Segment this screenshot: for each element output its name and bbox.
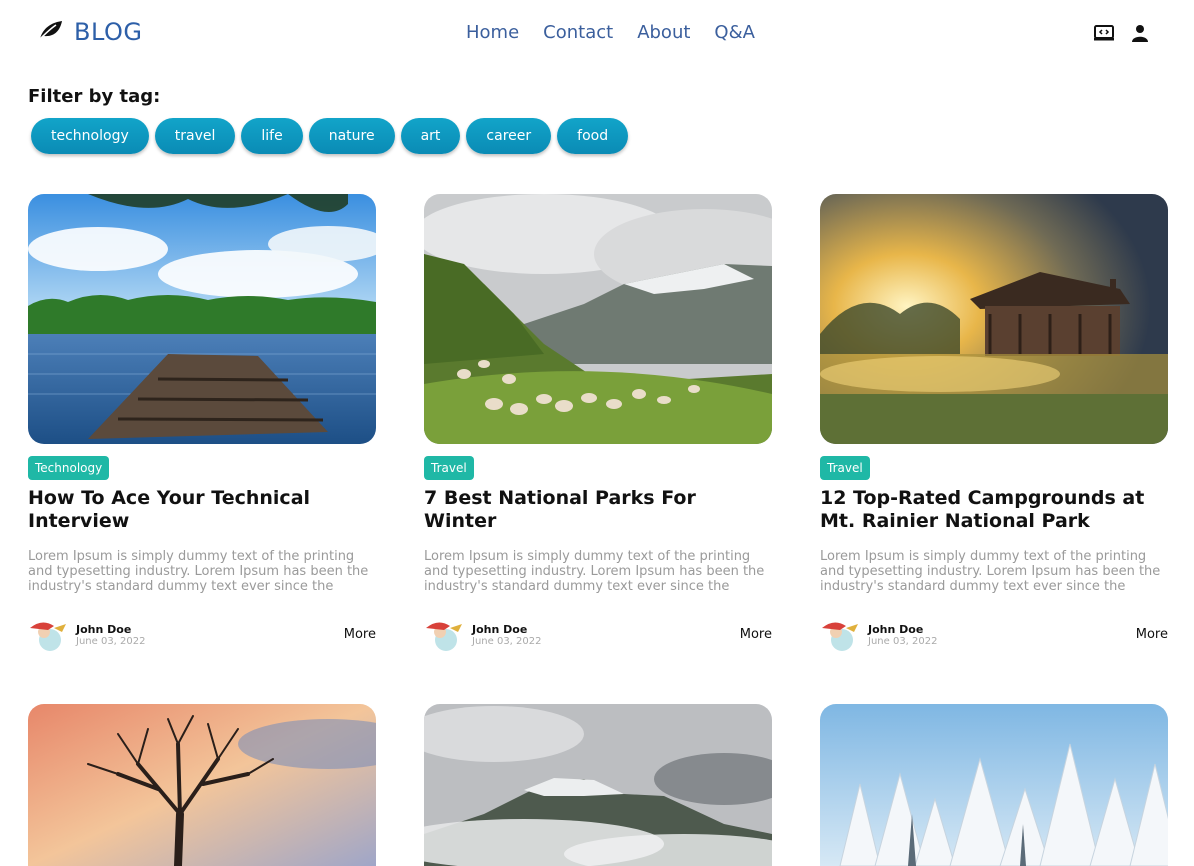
avatar <box>820 618 862 652</box>
post-category-badge[interactable]: Travel <box>424 456 474 480</box>
post-excerpt: Lorem Ipsum is simply dummy text of the … <box>28 549 369 593</box>
tag-nature[interactable]: nature <box>308 118 395 154</box>
header-actions <box>1094 24 1148 46</box>
post-date: June 03, 2022 <box>472 635 542 647</box>
nav-about[interactable]: About <box>637 22 690 43</box>
post-card[interactable]: Technology How To Ace Your Technical Int… <box>28 194 376 651</box>
more-link[interactable]: More <box>1136 627 1168 642</box>
post-image-mountain-sheep[interactable] <box>424 194 772 444</box>
nav-home[interactable]: Home <box>466 22 519 43</box>
user-icon[interactable] <box>1132 24 1148 46</box>
post-author: John Doe June 03, 2022 <box>28 618 146 652</box>
post-image-misty-mountains[interactable] <box>424 704 772 866</box>
post-title[interactable]: 7 Best National Parks For Winter <box>424 487 772 533</box>
avatar <box>28 618 70 652</box>
post-author: John Doe June 03, 2022 <box>820 618 938 652</box>
post-category-badge[interactable]: Travel <box>820 456 870 480</box>
post-image-tree-sunset[interactable] <box>28 704 376 866</box>
post-category-badge[interactable]: Technology <box>28 456 110 480</box>
post-title[interactable]: How To Ace Your Technical Interview <box>28 487 376 533</box>
avatar <box>424 618 466 652</box>
nav-qa[interactable]: Q&A <box>714 22 755 43</box>
nav-contact[interactable]: Contact <box>543 22 613 43</box>
filter-title: Filter by tag: <box>28 86 161 107</box>
tag-filter-list: technology travel life nature art career… <box>31 118 629 154</box>
tag-art[interactable]: art <box>400 118 461 154</box>
post-date: June 03, 2022 <box>76 635 146 647</box>
post-date: June 03, 2022 <box>868 635 938 647</box>
logo-text: BLOG <box>74 18 143 46</box>
tag-career[interactable]: career <box>466 118 552 154</box>
top-bar: BLOG Home Contact About Q&A <box>0 0 1194 70</box>
post-title[interactable]: 12 Top-Rated Campgrounds at Mt. Rainier … <box>820 487 1168 533</box>
code-window-icon[interactable] <box>1094 25 1114 45</box>
post-excerpt: Lorem Ipsum is simply dummy text of the … <box>820 549 1161 593</box>
post-image-lake-dock[interactable] <box>28 194 376 444</box>
post-excerpt: Lorem Ipsum is simply dummy text of the … <box>424 549 765 593</box>
tag-travel[interactable]: travel <box>154 118 236 154</box>
post-card[interactable] <box>820 704 1168 866</box>
author-name: John Doe <box>868 622 924 636</box>
post-card[interactable] <box>28 704 376 866</box>
post-image-cabin-sunset[interactable] <box>820 194 1168 444</box>
author-name: John Doe <box>472 622 528 636</box>
more-link[interactable]: More <box>344 627 376 642</box>
tag-life[interactable]: life <box>241 118 303 154</box>
post-image-snowy-forest[interactable] <box>820 704 1168 866</box>
post-author: John Doe June 03, 2022 <box>424 618 542 652</box>
post-card[interactable] <box>424 704 772 866</box>
tag-food[interactable]: food <box>557 118 629 154</box>
post-card[interactable]: Travel 7 Best National Parks For Winter … <box>424 194 772 651</box>
post-card[interactable]: Travel 12 Top-Rated Campgrounds at Mt. R… <box>820 194 1168 651</box>
tag-technology[interactable]: technology <box>31 118 149 154</box>
leaf-icon <box>38 19 64 45</box>
main-nav: Home Contact About Q&A <box>466 22 755 43</box>
more-link[interactable]: More <box>740 627 772 642</box>
logo[interactable]: BLOG <box>38 18 142 46</box>
author-name: John Doe <box>76 622 132 636</box>
